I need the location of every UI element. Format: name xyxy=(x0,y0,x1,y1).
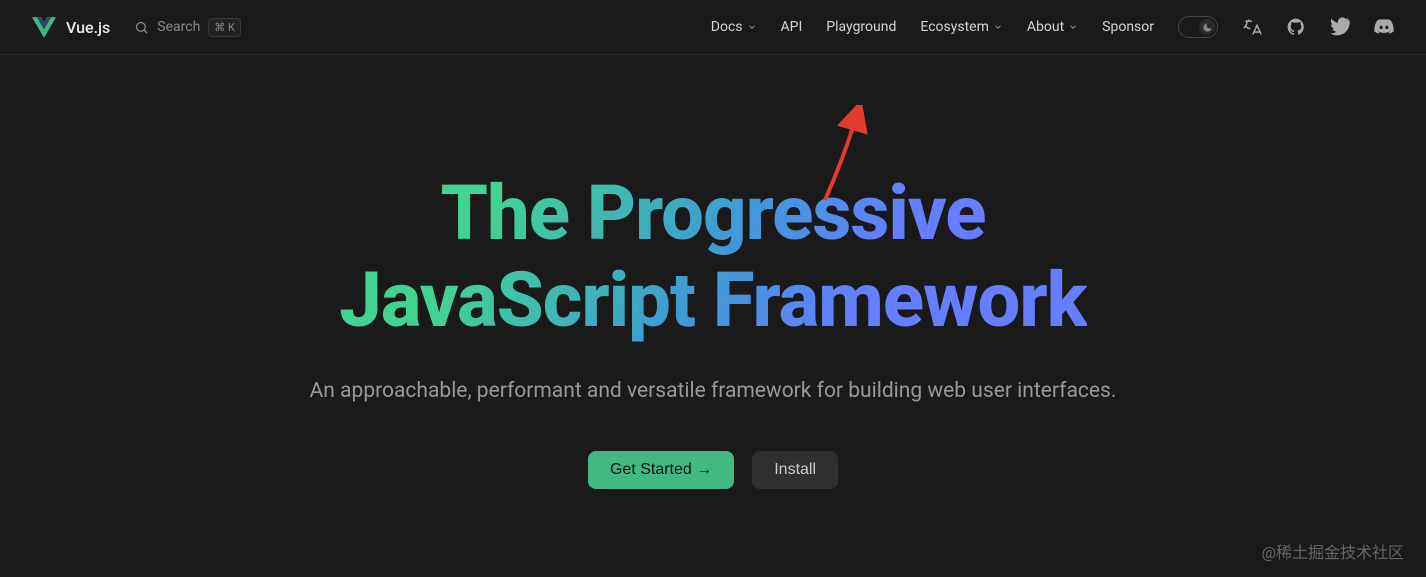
vue-logo-icon xyxy=(32,17,56,38)
chevron-down-icon xyxy=(1068,22,1078,32)
nav-sponsor[interactable]: Sponsor xyxy=(1102,19,1154,35)
theme-toggle[interactable] xyxy=(1178,16,1218,38)
get-started-button[interactable]: Get Started → xyxy=(588,451,734,489)
hero: The Progressive JavaScript Framework An … xyxy=(0,55,1426,489)
cta-row: Get Started → Install xyxy=(588,451,838,489)
install-button[interactable]: Install xyxy=(752,451,838,489)
chevron-down-icon xyxy=(993,22,1003,32)
hero-title: The Progressive JavaScript Framework xyxy=(339,170,1087,345)
hero-subtitle: An approachable, performant and versatil… xyxy=(310,379,1117,403)
discord-icon[interactable] xyxy=(1374,17,1394,37)
moon-icon xyxy=(1199,19,1215,35)
nav-playground[interactable]: Playground xyxy=(826,19,896,35)
nav-ecosystem[interactable]: Ecosystem xyxy=(920,19,1003,35)
logo-link[interactable]: Vue.js xyxy=(32,17,110,38)
translate-icon[interactable] xyxy=(1242,17,1262,37)
nav-about[interactable]: About xyxy=(1027,19,1078,35)
nav-api[interactable]: API xyxy=(781,19,803,35)
nav-docs[interactable]: Docs xyxy=(711,19,757,35)
watermark: @稀土掘金技术社区 xyxy=(1262,539,1404,563)
brand-name: Vue.js xyxy=(66,18,110,37)
chevron-down-icon xyxy=(747,22,757,32)
nav-right: Docs API Playground Ecosystem About Spon… xyxy=(711,16,1394,38)
search-button[interactable]: Search ⌘ K xyxy=(134,14,241,41)
twitter-icon[interactable] xyxy=(1330,17,1350,37)
github-icon[interactable] xyxy=(1286,17,1306,37)
nav-left: Vue.js Search ⌘ K xyxy=(32,14,241,41)
search-icon xyxy=(134,20,149,35)
navbar: Vue.js Search ⌘ K Docs API Playground Ec… xyxy=(0,0,1426,55)
search-placeholder: Search xyxy=(157,19,200,35)
search-shortcut: ⌘ K xyxy=(208,18,241,37)
